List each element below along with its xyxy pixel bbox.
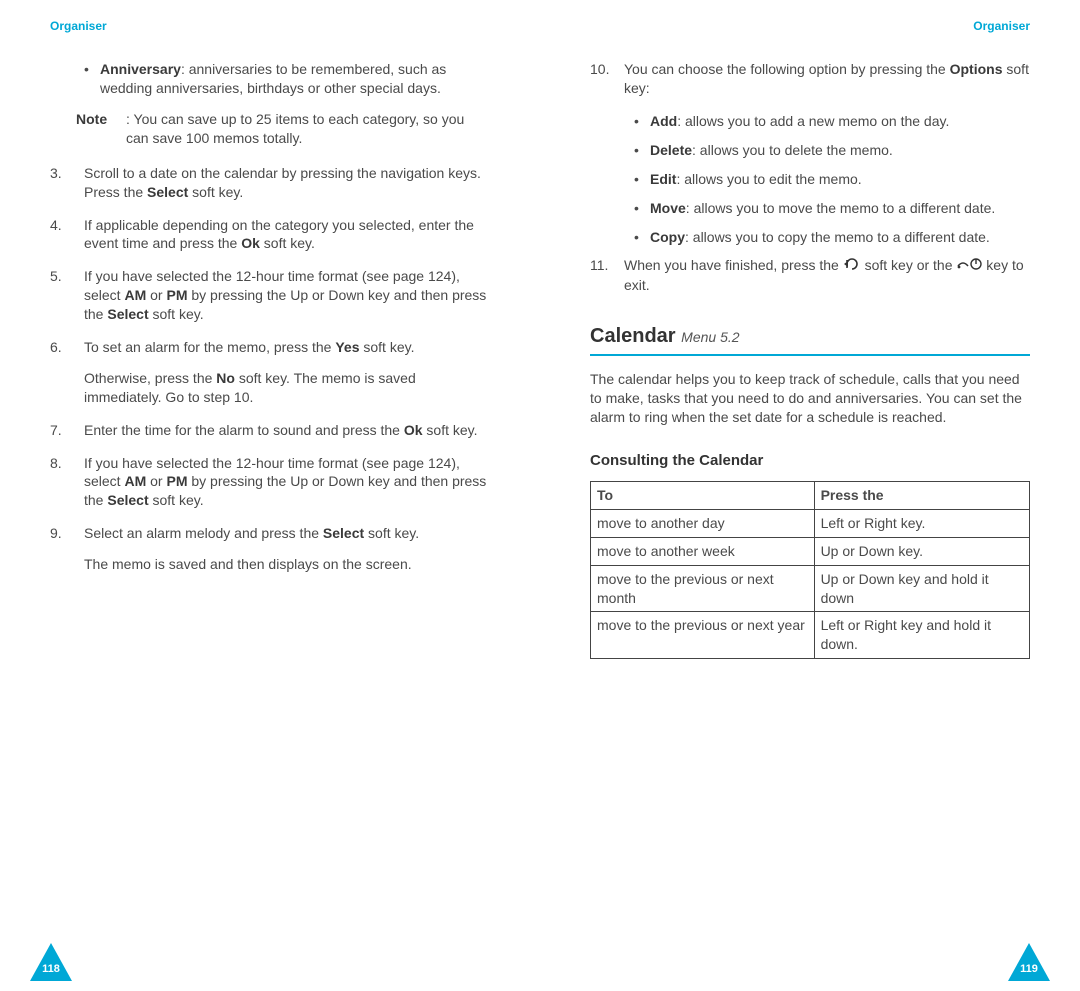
step-5: 5. If you have selected the 12-hour time…	[50, 267, 490, 324]
table-row: move to the previous or next yearLeft or…	[591, 612, 1030, 659]
step-10: 10. You can choose the following option …	[590, 60, 1030, 98]
page-right: Organiser 10. You can choose the followi…	[540, 0, 1080, 991]
table-row: move to another dayLeft or Right key.	[591, 509, 1030, 537]
page-number-left: 118	[30, 943, 72, 981]
option-move: •Move: allows you to move the memo to a …	[634, 199, 1030, 218]
section-rule	[590, 354, 1030, 356]
option-copy: •Copy: allows you to copy the memo to a …	[634, 228, 1030, 247]
step-4: 4. If applicable depending on the catego…	[50, 216, 490, 254]
table-header-row: To Press the	[591, 481, 1030, 509]
calendar-nav-table: To Press the move to another dayLeft or …	[590, 481, 1030, 659]
step-9: 9. Select an alarm melody and press the …	[50, 524, 490, 574]
consulting-heading: Consulting the Calendar	[590, 451, 1030, 471]
step-3: 3. Scroll to a date on the calendar by p…	[50, 164, 490, 202]
page-header-left: Organiser	[50, 18, 490, 34]
step-6: 6. To set an alarm for the memo, press t…	[50, 338, 490, 407]
step-7: 7. Enter the time for the alarm to sound…	[50, 421, 490, 440]
calendar-intro: The calendar helps you to keep track of …	[590, 370, 1030, 427]
option-delete: •Delete: allows you to delete the memo.	[634, 141, 1030, 160]
option-add: •Add: allows you to add a new memo on th…	[634, 112, 1030, 131]
step-11: 11. When you have finished, press the so…	[590, 256, 1030, 295]
label-anniversary: Anniversary	[100, 61, 181, 77]
page-header-right: Organiser	[590, 18, 1030, 34]
bullet-anniversary: • Anniversary: anniversaries to be remem…	[84, 60, 490, 98]
th-press: Press the	[814, 481, 1029, 509]
table-row: move to another weekUp or Down key.	[591, 537, 1030, 565]
end-call-power-icon	[956, 257, 982, 276]
page-left: Organiser • Anniversary: anniversaries t…	[0, 0, 540, 991]
back-arrow-icon	[843, 257, 861, 276]
calendar-menu-ref: Menu 5.2	[681, 329, 739, 345]
note-capacity: Note : You can save up to 25 items to ea…	[76, 110, 490, 148]
th-to: To	[591, 481, 815, 509]
step-8: 8. If you have selected the 12-hour time…	[50, 454, 490, 511]
calendar-heading: Calendar Menu 5.2	[590, 323, 1030, 350]
page-number-right: 119	[1008, 943, 1050, 981]
option-edit: •Edit: allows you to edit the memo.	[634, 170, 1030, 189]
table-row: move to the previous or next monthUp or …	[591, 565, 1030, 612]
